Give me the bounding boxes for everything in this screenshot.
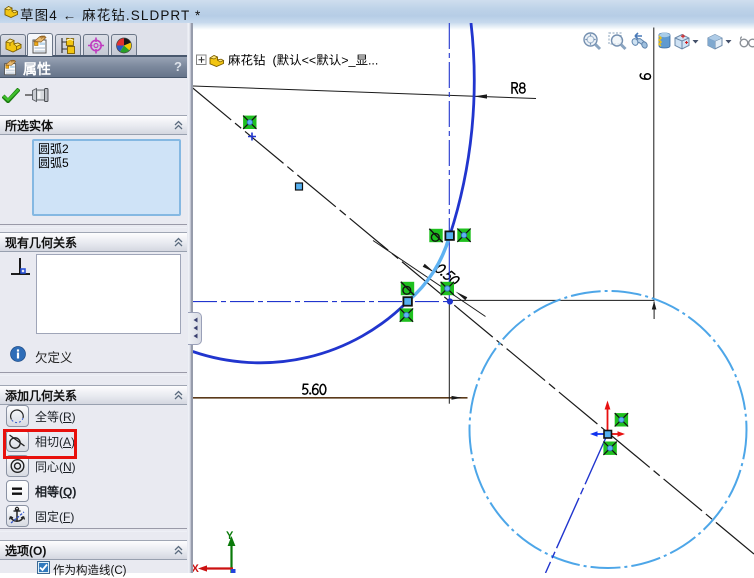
svg-text:Y: Y <box>226 530 234 542</box>
svg-text:麻花钻 (默认<<默认>_显...: 麻花钻 (默认<<默认>_显... <box>228 54 378 68</box>
svg-text:X: X <box>193 563 200 573</box>
